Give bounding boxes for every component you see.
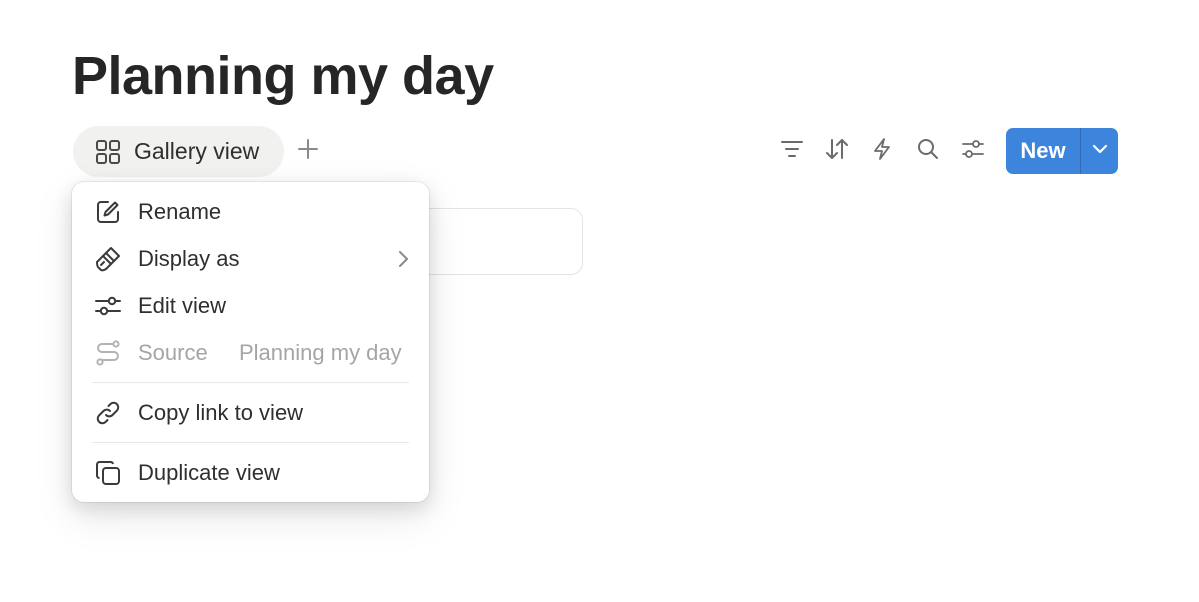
sort-icon [825, 137, 849, 166]
filter-icon [780, 139, 804, 164]
menu-item-label: Display as [138, 246, 240, 271]
source-value: Planning my day [239, 340, 402, 365]
edit-pencil-icon [93, 197, 123, 227]
page-title: Planning my day [72, 46, 494, 106]
menu-item-label: Edit view [138, 293, 227, 318]
search-icon [916, 137, 940, 166]
menu-item-label: Copy link to view [138, 400, 304, 425]
add-view-button[interactable] [294, 137, 322, 165]
view-options-menu: Rename Display as Edit view Source Plann… [72, 182, 429, 502]
duplicate-icon [93, 458, 123, 488]
filter-button[interactable] [777, 136, 807, 166]
menu-item-label: Source [138, 340, 208, 365]
new-options-button[interactable] [1081, 128, 1118, 174]
menu-item-source: Source Planning my day [80, 331, 421, 375]
plus-icon [297, 138, 319, 165]
chevron-down-icon [1091, 142, 1109, 160]
new-button-group: New [1006, 128, 1118, 174]
menu-item-label: Rename [138, 199, 222, 224]
menu-item-duplicate-view[interactable]: Duplicate view [80, 451, 421, 495]
automation-button[interactable] [867, 136, 897, 166]
menu-item-label: Duplicate view [138, 460, 280, 485]
menu-divider [92, 382, 409, 383]
new-button[interactable]: New [1006, 128, 1080, 174]
paint-brush-icon [93, 244, 123, 274]
menu-item-edit-view[interactable]: Edit view [80, 284, 421, 328]
menu-item-rename[interactable]: Rename [80, 190, 421, 234]
menu-item-display-as[interactable]: Display as [80, 237, 421, 281]
tab-gallery-view[interactable]: Gallery view [73, 126, 284, 177]
link-icon [93, 398, 123, 428]
menu-divider [92, 442, 409, 443]
view-settings-button[interactable] [958, 136, 988, 166]
search-button[interactable] [913, 136, 943, 166]
menu-item-copy-link[interactable]: Copy link to view [80, 391, 421, 435]
sort-button[interactable] [822, 136, 852, 166]
sliders-icon [93, 291, 123, 321]
gallery-grid-icon [95, 139, 121, 165]
settings-sliders-icon [961, 138, 985, 165]
source-route-icon [93, 338, 123, 368]
tab-label: Gallery view [134, 138, 260, 164]
chevron-right-icon [397, 249, 409, 269]
automation-lightning-icon [872, 137, 892, 166]
